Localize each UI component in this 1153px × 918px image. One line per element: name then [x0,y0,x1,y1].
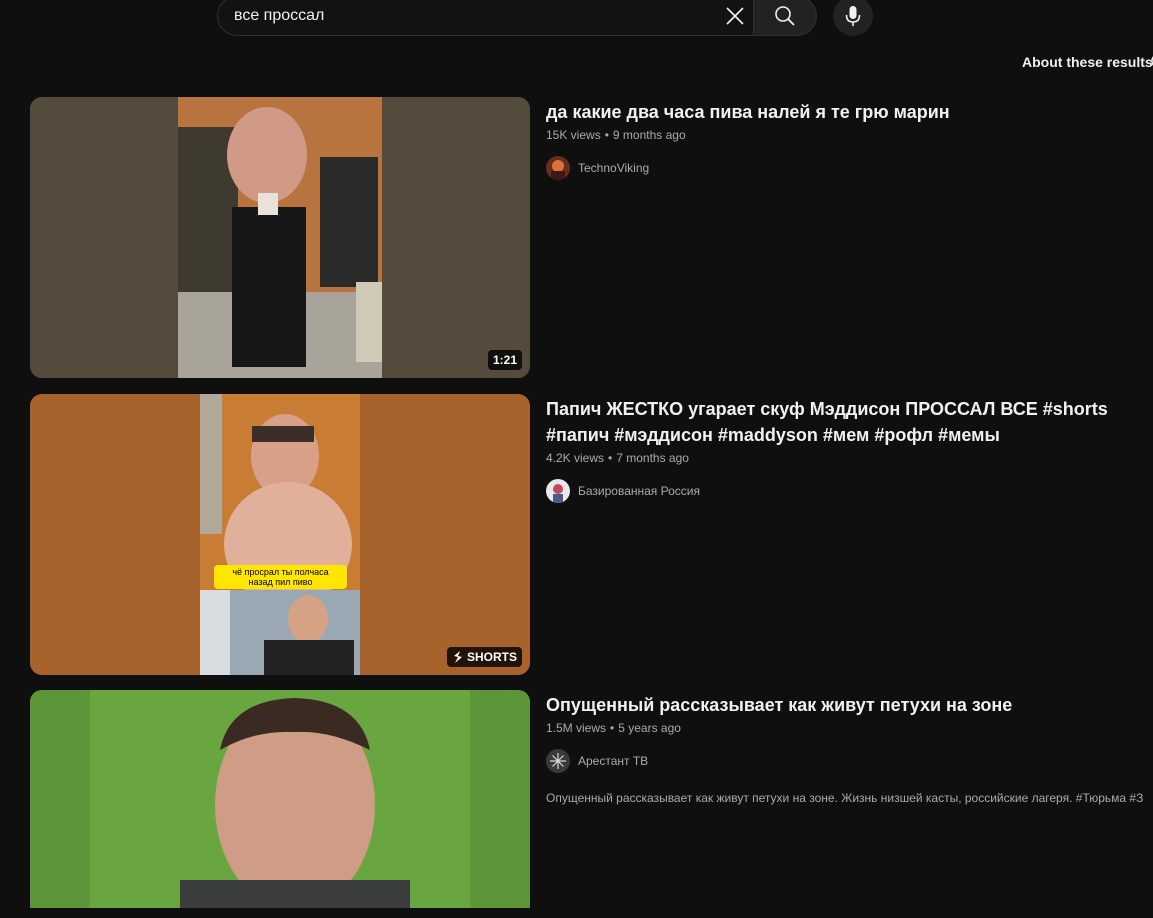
view-count: 1.5M views [546,721,607,735]
thumbnail-image [30,394,530,675]
caption-line: назад пил пиво [248,577,313,587]
thumbnail-caption: чё просрал ты полчаса назад пил пиво [214,565,347,589]
video-info: да какие два часа пива налей я те грю ма… [546,99,1151,180]
video-thumbnail[interactable]: 1:21 [30,97,530,378]
meta-separator: • [610,721,615,735]
about-these-results-link[interactable]: About these results [1022,54,1153,70]
meta-separator: • [604,128,609,142]
channel-link[interactable]: TechnoViking [546,156,1151,180]
search-box [217,0,753,36]
channel-avatar[interactable] [546,749,570,773]
channel-avatar[interactable] [546,156,570,180]
video-meta: 15K views • 9 months ago [546,126,1151,144]
video-info: Опущенный рассказывает как живут петухи … [546,692,1151,805]
mic-icon [845,6,861,26]
view-count: 4.2K views [546,451,605,465]
video-result: Опущенный рассказывает как живут петухи … [30,690,1153,908]
clear-search-button[interactable] [720,1,750,31]
video-meta: 1.5M views • 5 years ago [546,719,1151,737]
channel-link[interactable]: Арестант ТВ [546,749,1151,773]
upload-age: 7 months ago [616,451,689,465]
video-result: чё просрал ты полчаса назад пил пиво SHO… [30,394,1153,675]
video-meta: 4.2K views • 7 months ago [546,449,1151,467]
search-button[interactable] [753,0,817,36]
channel-name[interactable]: Базированная Россия [578,484,700,498]
meta-separator: • [608,451,613,465]
upload-age: 5 years ago [618,721,681,735]
search-icon [775,6,795,26]
video-description-snippet: Опущенный рассказывает как живут петухи … [546,791,1144,805]
shorts-label: SHORTS [466,650,517,664]
video-title[interactable]: да какие два часа пива налей я те грю ма… [546,99,1151,125]
search-results-page: About these results 1:21 да какие два ча… [0,0,1153,918]
search-input[interactable] [234,0,704,35]
upload-age: 9 months ago [612,128,686,142]
video-title[interactable]: Опущенный рассказывает как живут петухи … [546,692,1151,718]
thumbnail-image [30,690,530,908]
channel-name[interactable]: Арестант ТВ [578,754,648,768]
duration-badge: 1:21 [487,350,522,370]
channel-avatar[interactable] [546,479,570,503]
view-count: 15K views [546,128,601,142]
shorts-badge: SHORTS [446,647,522,667]
channel-link[interactable]: Базированная Россия [546,479,1151,503]
video-title[interactable]: Папич ЖЕСТКО угарает скуф Мэддисон ПРОСС… [546,396,1151,448]
video-thumbnail[interactable]: чё просрал ты полчаса назад пил пиво SHO… [30,394,530,675]
video-result: 1:21 да какие два часа пива налей я те г… [30,97,1153,378]
close-icon [726,7,744,25]
video-thumbnail[interactable] [30,690,530,908]
channel-name[interactable]: TechnoViking [578,161,649,175]
caption-line: чё просрал ты полчаса [232,567,329,577]
shorts-icon [453,651,462,663]
video-info: Папич ЖЕСТКО угарает скуф Мэддисон ПРОСС… [546,396,1151,503]
thumbnail-image [30,97,530,378]
voice-search-button[interactable] [833,0,873,36]
